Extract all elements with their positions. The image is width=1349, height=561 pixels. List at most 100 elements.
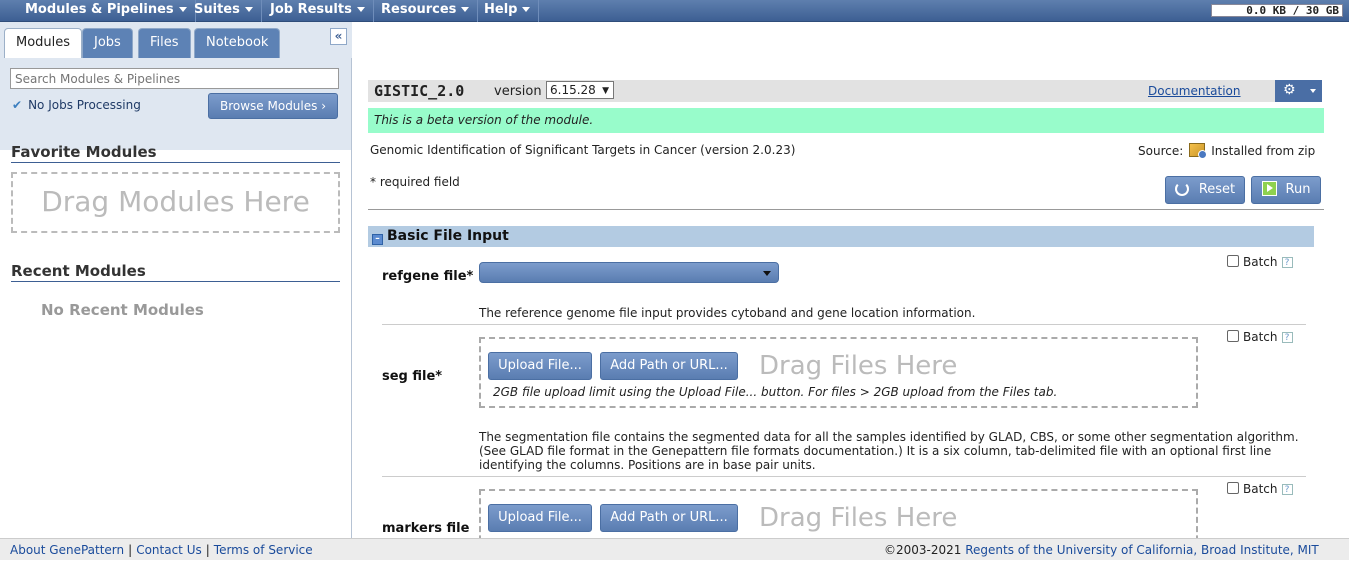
upload-file-button[interactable]: Upload File...: [488, 352, 592, 380]
disk-quota-indicator: 0.0 KB / 30 GB: [1211, 4, 1343, 17]
batch-checkbox[interactable]: [1227, 482, 1239, 494]
chevron-down-icon: [522, 7, 531, 12]
recent-modules-heading: Recent Modules: [11, 262, 340, 282]
markers-batch[interactable]: Batch?: [1227, 482, 1293, 496]
run-button[interactable]: Run: [1251, 176, 1321, 204]
chevron-down-icon: [356, 7, 365, 12]
top-navigation-bar: Modules & Pipelines Suites Job Results R…: [0, 0, 1349, 22]
module-header: GISTIC_2.0 version 6.15.28 ▼ Documentatio…: [368, 80, 1322, 102]
chevron-down-icon: [461, 7, 470, 12]
refresh-icon: [1174, 182, 1189, 196]
upload-file-button[interactable]: Upload File...: [488, 504, 592, 532]
no-recent-modules-text: No Recent Modules: [41, 301, 204, 319]
seg-file-label: seg file*: [382, 369, 443, 384]
divider: [368, 209, 1324, 210]
refgene-description: The reference genome file input provides…: [479, 306, 976, 320]
about-genepattern-link[interactable]: About GenePattern: [10, 543, 124, 557]
seg-description-line: identifying the columns. Positions are i…: [479, 458, 816, 472]
menu-modules-pipelines[interactable]: Modules & Pipelines: [17, 0, 196, 22]
seg-file-dropzone[interactable]: Upload File... Add Path or URL... Drag F…: [479, 337, 1198, 408]
version-label: version: [494, 84, 542, 99]
regents-link[interactable]: Regents of the University of California,…: [965, 543, 1319, 557]
module-description: Genomic Identification of Significant Ta…: [370, 143, 796, 157]
help-icon[interactable]: ?: [1281, 332, 1293, 343]
menu-label: Suites: [194, 2, 240, 17]
add-path-url-button[interactable]: Add Path or URL...: [600, 352, 738, 380]
page-footer: About GenePattern | Contact Us | Terms of Se…: [0, 538, 1349, 560]
source-value: Installed from zip: [1211, 144, 1316, 158]
refgene-file-label: refgene file*: [382, 269, 474, 284]
tab-notebook[interactable]: Notebook: [194, 28, 281, 58]
group-title: Basic File Input: [387, 228, 509, 244]
seg-batch[interactable]: Batch?: [1227, 330, 1293, 344]
menu-suites[interactable]: Suites: [186, 0, 262, 22]
zip-archive-icon: [1189, 143, 1208, 159]
chevron-down-icon: [763, 271, 771, 276]
documentation-link[interactable]: Documentation: [1148, 84, 1241, 98]
left-sidebar: Modules Jobs Files Notebook « ✔ No Jobs P…: [0, 22, 352, 538]
module-source: Source: Installed from zip: [1138, 143, 1316, 159]
tab-jobs[interactable]: Jobs: [82, 28, 133, 58]
chevron-down-icon: [1310, 89, 1316, 93]
contact-us-link[interactable]: Contact Us: [136, 543, 202, 557]
source-label: Source:: [1138, 144, 1184, 158]
tab-files[interactable]: Files: [138, 28, 191, 58]
divider: [382, 324, 1306, 325]
seg-description-line: The segmentation file contains the segme…: [479, 430, 1299, 444]
markers-file-dropzone[interactable]: Upload File... Add Path or URL... Drag F…: [479, 489, 1198, 538]
copyright-years: ©2003-2021: [884, 543, 962, 557]
beta-notice: This is a beta version of the module.: [368, 108, 1324, 133]
collapse-sidebar-icon[interactable]: «: [330, 28, 347, 45]
favorite-modules-heading: Favorite Modules: [11, 143, 340, 163]
menu-label: Help: [484, 2, 518, 17]
batch-label: Batch: [1243, 482, 1278, 496]
add-path-url-button[interactable]: Add Path or URL...: [600, 504, 738, 532]
copyright: ©2003-2021 Regents of the University of …: [884, 539, 1319, 561]
version-select[interactable]: 6.15.28 ▼: [546, 81, 614, 99]
browse-modules-button[interactable]: Browse Modules ›: [208, 93, 338, 119]
menu-label: Job Results: [270, 2, 352, 17]
footer-separator: |: [205, 543, 210, 557]
module-name: GISTIC_2.0: [374, 82, 465, 100]
sidebar-tabbar: Modules Jobs Files Notebook «: [0, 22, 352, 58]
footer-separator: |: [128, 543, 133, 557]
gear-icon: ⚙: [1283, 82, 1296, 98]
menu-job-results[interactable]: Job Results: [262, 0, 374, 22]
jobs-status: ✔ No Jobs Processing: [12, 98, 141, 112]
search-modules-input[interactable]: [10, 68, 339, 89]
play-icon: [1261, 181, 1277, 196]
reset-button[interactable]: Reset: [1165, 176, 1245, 204]
chevron-down-icon: ▼: [602, 86, 609, 96]
seg-description-line: (See GLAD file format in the Genepattern…: [479, 444, 1272, 458]
divider: [382, 476, 1306, 477]
refgene-file-select[interactable]: [479, 262, 779, 283]
reset-label: Reset: [1198, 182, 1236, 197]
jobs-status-label: No Jobs Processing: [28, 98, 141, 112]
drag-files-here-text: Drag Files Here: [759, 503, 958, 533]
menu-label: Modules & Pipelines: [25, 2, 174, 17]
favorite-modules-dropzone[interactable]: Drag Modules Here: [11, 172, 340, 233]
module-settings-button[interactable]: ⚙: [1275, 80, 1322, 102]
terms-of-service-link[interactable]: Terms of Service: [214, 543, 313, 557]
module-search-panel: ✔ No Jobs Processing Browse Modules ›: [0, 58, 351, 150]
menu-label: Resources: [381, 2, 457, 17]
help-icon[interactable]: ?: [1281, 484, 1293, 495]
refgene-batch[interactable]: Batch?: [1227, 255, 1293, 269]
seg-description: The segmentation file contains the segme…: [479, 430, 1309, 472]
checkmark-icon: ✔: [12, 98, 23, 112]
upload-limit-note: 2GB file upload limit using the Upload F…: [493, 385, 1058, 399]
version-value: 6.15.28: [550, 83, 596, 97]
batch-checkbox[interactable]: [1227, 330, 1239, 342]
menu-help[interactable]: Help: [476, 0, 540, 22]
basic-file-input-group-header[interactable]: – Basic File Input: [368, 226, 1314, 247]
collapse-minus-icon[interactable]: –: [372, 234, 383, 245]
tab-modules[interactable]: Modules: [4, 28, 83, 58]
chevron-down-icon: [244, 7, 253, 12]
footer-links: About GenePattern | Contact Us | Terms of Se…: [10, 539, 313, 561]
menu-resources[interactable]: Resources: [373, 0, 479, 22]
batch-checkbox[interactable]: [1227, 255, 1239, 267]
help-icon[interactable]: ?: [1281, 257, 1293, 268]
batch-label: Batch: [1243, 255, 1278, 269]
run-label: Run: [1285, 182, 1311, 197]
required-field-note: * required field: [370, 175, 460, 189]
